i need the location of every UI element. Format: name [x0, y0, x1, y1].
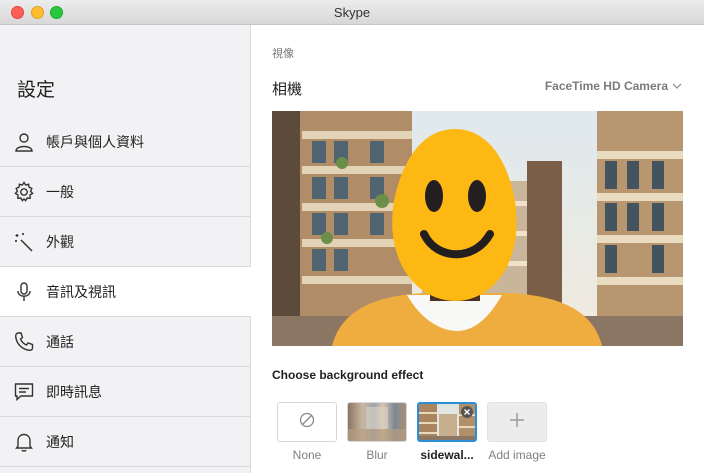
phone-icon — [12, 330, 36, 354]
sidebar-item-general[interactable]: 一般 — [0, 167, 251, 217]
sidebar-item-label: 帳戶與個人資料 — [46, 134, 144, 151]
settings-content: 視像 相機 FaceTime HD Camera Choose backgrou… — [252, 25, 704, 473]
effect-label: None — [292, 448, 322, 462]
sidebar-item-label: 即時訊息 — [46, 384, 102, 401]
gear-icon — [12, 180, 36, 204]
effect-blur-thumbnail — [347, 402, 407, 442]
camera-label: 相機 — [272, 80, 303, 98]
sidebar-item-label: 一般 — [46, 184, 74, 201]
none-icon — [299, 412, 315, 432]
settings-sidebar: 設定 帳戶與個人資料 一般 外觀 音訊及視訊 通話 即時訊息 通知 — [0, 25, 251, 473]
sidebar-item-label: 外觀 — [46, 234, 74, 251]
title-bar: Skype — [0, 0, 704, 25]
camera-select-value: FaceTime HD Camera — [544, 79, 668, 93]
effect-label: Blur — [366, 448, 388, 462]
settings-title: 設定 — [17, 79, 56, 101]
microphone-icon — [12, 280, 36, 304]
effect-sidewalk[interactable]: sidewal... — [416, 402, 478, 462]
chevron-down-icon — [672, 79, 682, 93]
background-effect-title: Choose background effect — [272, 368, 424, 382]
remove-background-icon[interactable] — [461, 406, 473, 418]
sidebar-item-label: 通知 — [46, 434, 74, 451]
sidebar-item-calling[interactable]: 通話 — [0, 317, 251, 367]
sidebar-item-label: 音訊及視訊 — [46, 284, 116, 301]
bell-icon — [12, 430, 36, 454]
person-icon — [12, 130, 36, 154]
sidebar-item-appearance[interactable]: 外觀 — [0, 217, 251, 267]
sidebar-item-audio-video[interactable]: 音訊及視訊 — [0, 267, 251, 317]
sidebar-item-messaging[interactable]: 即時訊息 — [0, 367, 251, 417]
video-section-label: 視像 — [272, 47, 294, 60]
add-image-button[interactable]: Add image — [486, 402, 548, 462]
camera-select[interactable]: FaceTime HD Camera — [545, 79, 682, 93]
effect-sidewalk-thumbnail — [417, 402, 477, 442]
plus-icon — [509, 412, 525, 432]
effect-label: Add image — [488, 448, 546, 462]
sidebar-item-account[interactable]: 帳戶與個人資料 — [0, 117, 251, 167]
add-image-thumbnail — [487, 402, 547, 442]
effect-label: sidewal... — [420, 448, 474, 462]
chat-icon — [12, 380, 36, 404]
effect-none[interactable]: None — [276, 402, 338, 462]
effect-blur[interactable]: Blur — [346, 402, 408, 462]
window-title: Skype — [333, 5, 371, 20]
sidebar-item-label: 通話 — [46, 334, 74, 351]
magic-wand-icon — [12, 230, 36, 254]
effect-none-thumbnail — [277, 402, 337, 442]
sidebar-item-notifications[interactable]: 通知 — [0, 417, 251, 467]
camera-preview — [272, 111, 683, 346]
